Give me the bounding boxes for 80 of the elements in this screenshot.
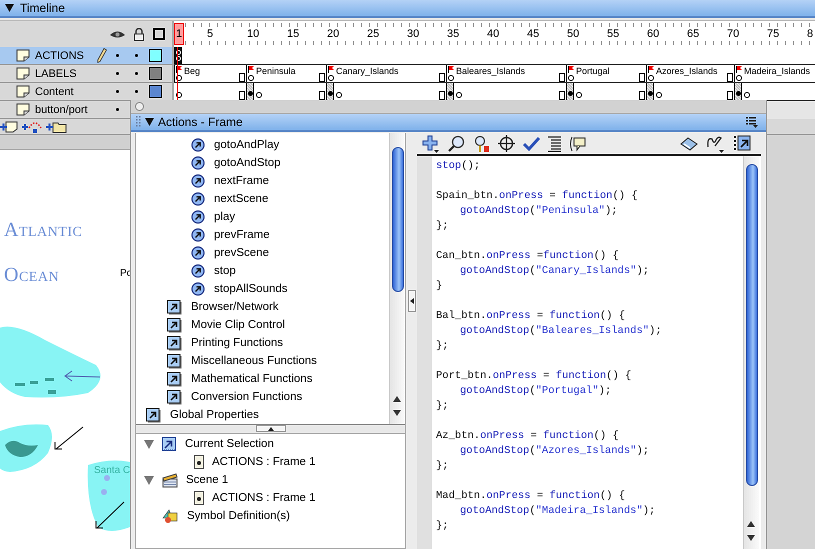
toolbox-item[interactable]: Printing Functions: [136, 334, 389, 352]
layer-name: ACTIONS: [35, 50, 85, 62]
map-label: Ocean: [4, 264, 60, 287]
frame-number: 60: [646, 28, 660, 40]
layer-name: button/port: [35, 104, 89, 116]
code-line: Spain_btn.onPress = function() {: [436, 189, 639, 204]
frame-number: 40: [486, 28, 500, 40]
code-line: };: [436, 339, 450, 354]
toolbox-item[interactable]: gotoAndPlay: [136, 136, 389, 154]
code-line: gotoAndStop("Canary_Islands");: [459, 264, 650, 279]
frame-number: 55: [606, 28, 620, 40]
panel-header[interactable]: Actions - Frame: [131, 114, 766, 132]
code-line: };: [436, 219, 450, 234]
code-line: Mad_btn.onPress = function() {: [436, 489, 626, 504]
frame-number: 50: [566, 28, 580, 40]
script-tree-item[interactable]: Symbol Definition(s): [136, 507, 405, 525]
toolbox-item[interactable]: nextScene: [136, 190, 389, 208]
code-line: gotoAndStop("Baleares_Islands");: [459, 324, 663, 339]
toolbox-item[interactable]: gotoAndStop: [136, 154, 389, 172]
code-line: gotoAndStop("Azores_Islands");: [459, 444, 650, 459]
frame-number: 5: [206, 28, 214, 40]
frame-number: 8: [806, 28, 814, 40]
timeline-header[interactable]: Timeline: [0, 0, 815, 18]
toolbox-item[interactable]: Miscellaneous Functions: [136, 352, 389, 370]
script-tree-item[interactable]: ACTIONS : Frame 1: [136, 489, 405, 507]
frame-ruler[interactable]: 1 5 10 15 20 25 30 35 40 45 50 55 60 65 70 75 8: [174, 21, 815, 47]
frame-label: Portugal: [576, 66, 610, 77]
code-line: gotoAndStop("Portugal");: [459, 384, 612, 399]
toolbox-item[interactable]: Conversion Functions: [136, 388, 389, 406]
layer-row[interactable]: Content: [0, 83, 174, 101]
frame-label: Canary_Islands: [336, 66, 399, 77]
layer-name: Content: [35, 86, 75, 98]
map-label: Atlantic: [4, 219, 82, 242]
toolbox-item[interactable]: Global Properties: [136, 406, 389, 424]
frame-number: 20: [326, 28, 340, 40]
toolbox-item[interactable]: prevFrame: [136, 226, 389, 244]
layer-row[interactable]: button/port: [0, 101, 130, 119]
layer-row[interactable]: ACTIONS: [0, 47, 174, 65]
toolbox-item[interactable]: Mathematical Functions: [136, 370, 389, 388]
code-line: };: [436, 459, 450, 474]
frame-number: 15: [286, 28, 300, 40]
frame-label: Peninsula: [256, 66, 296, 77]
code-line: gotoAndStop("Peninsula");: [459, 204, 619, 219]
code-line: Port_btn.onPress = function() {: [436, 369, 632, 384]
frame-label: Azores_Islands: [656, 66, 718, 77]
frame-number: 70: [726, 28, 740, 40]
toolbox-item[interactable]: prevScene: [136, 244, 389, 262]
script-tree-item[interactable]: Scene 1: [136, 471, 405, 489]
script-tree-item[interactable]: ACTIONS : Frame 1: [136, 453, 405, 471]
panel-title: Actions - Frame: [158, 115, 243, 129]
frame-label: Madeira_Islands: [744, 66, 810, 77]
frame-number: 45: [526, 28, 540, 40]
toolbox-item[interactable]: play: [136, 208, 389, 226]
code-line: Bal_btn.onPress = function() {: [436, 309, 626, 324]
toolbox-item[interactable]: stopAllSounds: [136, 280, 389, 298]
script-tree-item[interactable]: Current Selection: [136, 435, 405, 453]
frame-number: 30: [406, 28, 420, 40]
toolbox-item[interactable]: Browser/Network: [136, 298, 389, 316]
frame-number: 1: [174, 23, 184, 45]
toolbox-item[interactable]: Movie Clip Control: [136, 316, 389, 334]
layer-row[interactable]: LABELS: [0, 65, 174, 83]
toolbox-item[interactable]: stop: [136, 262, 389, 280]
map-label: Santa C: [94, 465, 130, 476]
toolbox-item[interactable]: nextFrame: [136, 172, 389, 190]
frame-number: 65: [686, 28, 700, 40]
code-line: gotoAndStop("Madeira_Islands");: [459, 504, 656, 519]
code-line: }: [436, 279, 444, 294]
frame-number: 10: [246, 28, 260, 40]
code-line: stop();: [436, 159, 482, 174]
frame-number: 25: [366, 28, 380, 40]
frame-label: Beg: [184, 66, 200, 77]
layer-name: LABELS: [35, 68, 78, 80]
code-line: Az_btn.onPress = function() {: [436, 429, 620, 444]
code-line: Can_btn.onPress =function() {: [436, 249, 620, 264]
panel-title: Timeline: [20, 1, 65, 15]
frame-number: 75: [766, 28, 780, 40]
code-line: };: [436, 519, 450, 534]
frame-label: Baleares_Islands: [456, 66, 526, 77]
frame-number: 35: [446, 28, 460, 40]
code-line: };: [436, 399, 450, 414]
